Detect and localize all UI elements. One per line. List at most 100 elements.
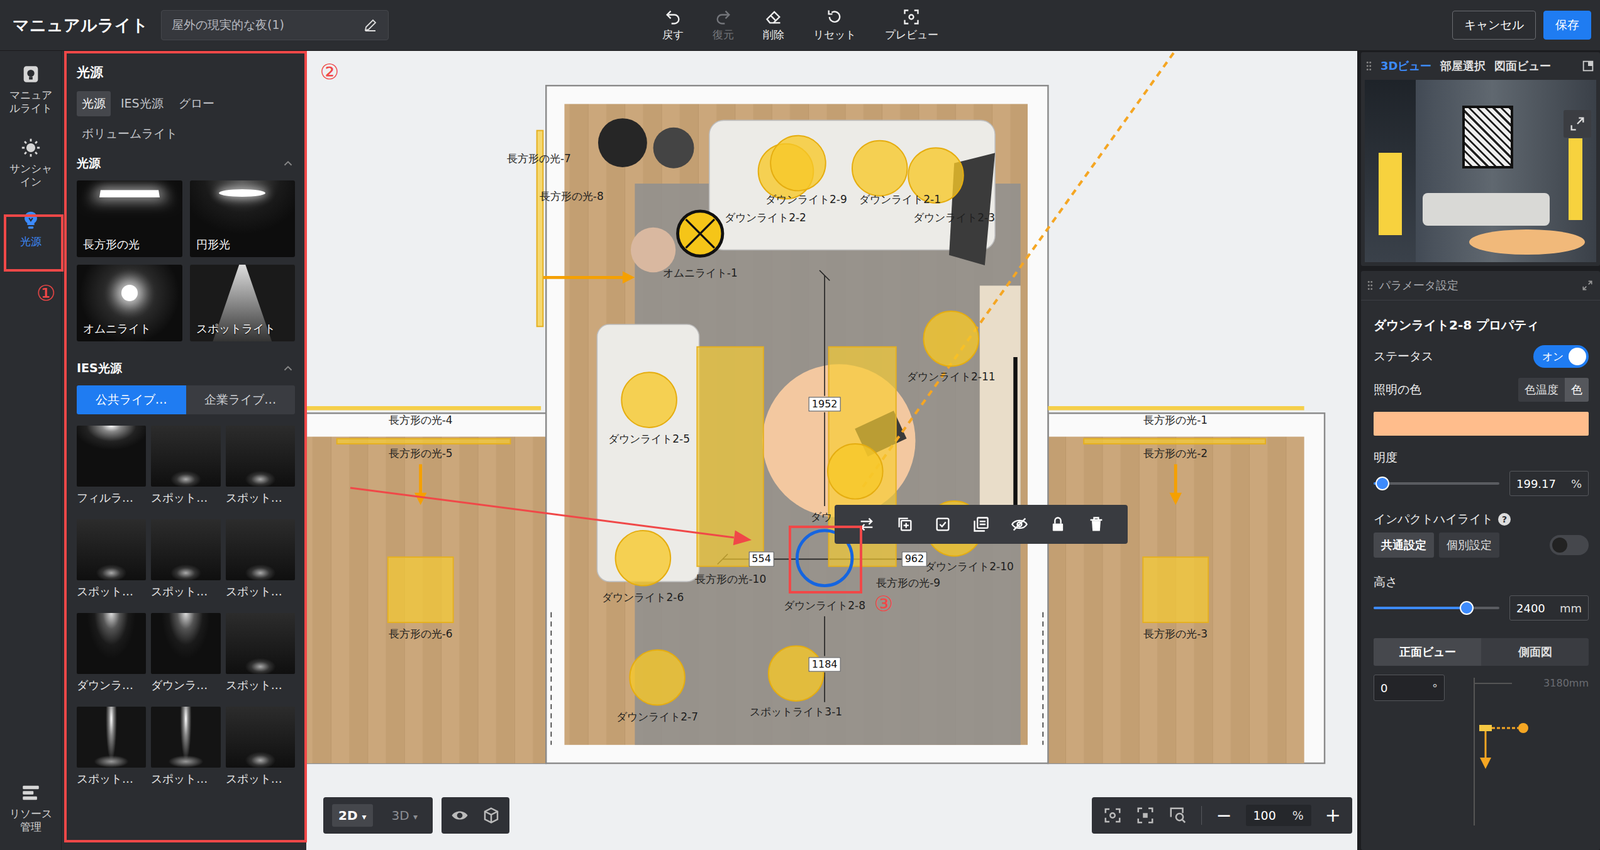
light-marker[interactable] [827,444,884,500]
section-header[interactable]: IES光源 [76,360,295,377]
ies-item[interactable]: ダウンラ… [150,613,221,694]
light-label[interactable]: 長方形の光-5 [388,447,453,461]
highlight-mode[interactable]: 共通設定 [1373,532,1434,558]
light-label[interactable]: ダウンライト2-2 [724,211,807,225]
color-swatch[interactable] [1373,411,1589,436]
rail-item[interactable]: マニュアルライト [0,59,62,120]
tool-button[interactable]: 削除 [759,5,789,45]
layers-icon[interactable] [972,515,990,534]
tool-button[interactable]: 戻す [658,5,688,45]
apply-all-icon[interactable] [933,515,952,534]
light-label[interactable]: ダウンライト2-10 [925,561,1014,575]
drag-handle-icon[interactable] [1367,279,1373,292]
dimension-value[interactable]: 1952 [808,396,841,412]
light-label[interactable]: ダウンライト2-9 [765,193,848,207]
view-option[interactable]: 側面図 [1481,638,1589,667]
ies-item[interactable]: スポット… [150,706,221,787]
view-mode[interactable]: 3D ▾ [385,804,425,828]
ies-item[interactable]: スポット… [225,425,295,506]
light-marker[interactable] [629,650,685,706]
library-source[interactable]: 公共ライブ… [76,385,187,415]
light-label[interactable]: ダウンライト2-7 [616,711,699,724]
library-tab[interactable]: グロー [173,91,220,117]
height-field[interactable]: 2400mm [1509,595,1589,621]
light-label[interactable]: 長方形の光-10 [694,573,767,587]
ies-item[interactable]: スポット… [225,613,295,694]
zoom-area-icon[interactable] [1168,806,1188,826]
zoom-in-button[interactable]: + [1325,806,1341,826]
fit-view-icon[interactable] [1135,806,1155,826]
rect-light-marker[interactable] [1142,557,1209,623]
resource-manager[interactable]: リソース管理 [0,778,62,839]
delete-icon[interactable] [1087,515,1106,534]
dimension-value[interactable]: 1184 [808,657,841,672]
light-source-card[interactable]: 円形光 [189,180,296,258]
light-label[interactable]: 長方形の光-7 [506,152,572,166]
view-tab[interactable]: 部屋選択 [1440,58,1486,74]
ies-item[interactable]: スポット… [225,519,295,600]
highlight-switch[interactable] [1549,535,1589,556]
light-label[interactable]: ダウンライト2-11 [906,371,996,385]
hide-icon[interactable] [1010,515,1029,534]
light-marker[interactable] [852,140,908,197]
zoom-out-button[interactable]: − [1215,806,1232,826]
ies-item[interactable]: スポット… [76,706,146,787]
primary-button[interactable]: 保存 [1543,10,1592,40]
section-header[interactable]: 光源 [76,155,295,172]
ies-item[interactable]: フィルラ… [76,425,146,506]
view-tab[interactable]: 3Dビュー [1380,58,1432,74]
tool-button[interactable]: リセット [809,5,860,45]
rect-light-marker[interactable] [1083,438,1266,445]
light-label[interactable]: オムニライト-1 [662,267,738,280]
ies-item[interactable]: スポット… [225,706,295,787]
status-switch[interactable]: オン [1533,345,1589,368]
light-marker[interactable] [621,372,677,428]
3d-preview[interactable] [1364,79,1597,263]
view-option[interactable]: 正面ビュー [1373,638,1482,667]
view-mode[interactable]: 2D ▾ [332,804,373,828]
library-tab[interactable]: IES光源 [115,91,169,117]
cube-icon[interactable] [481,806,501,826]
light-marker[interactable] [768,645,824,702]
duplicate-icon[interactable] [896,515,914,534]
light-marker[interactable] [615,530,672,587]
light-source-card[interactable]: オムニライト [76,264,183,342]
angle-field[interactable]: 0° [1373,674,1445,702]
scene-name-field[interactable]: 屋外の現実的な夜(1) [161,10,389,41]
view-settings-icon[interactable] [1103,806,1123,826]
library-tab[interactable]: ボリュームライト [76,121,183,147]
light-label[interactable]: ダウンライト2-3 [913,211,995,225]
light-label[interactable]: 長方形の光-6 [388,628,453,642]
slider-thumb[interactable] [1375,476,1390,491]
light-label[interactable]: 長方形の光-9 [876,577,941,591]
light-label[interactable]: ダウンライト2-8 [783,600,866,613]
slider-thumb[interactable] [1459,601,1474,616]
expand-preview-button[interactable] [1563,110,1592,138]
light-label[interactable]: ダウンライト2-6 [601,591,684,605]
color-mode[interactable]: 色 [1564,377,1589,402]
ies-item[interactable]: スポット… [76,519,146,600]
rect-light-marker[interactable] [388,557,454,623]
height-slider[interactable] [1373,606,1500,610]
eye-icon[interactable] [450,806,470,826]
ies-item[interactable]: ダウンラ… [76,613,146,694]
ies-item[interactable]: スポット… [150,425,221,506]
expand-icon[interactable] [1581,279,1594,292]
highlight-mode[interactable]: 個別設定 [1438,532,1500,558]
dimension-value[interactable]: 962 [901,552,928,567]
view-tab[interactable]: 図面ビュー [1494,58,1551,74]
omni-light-marker[interactable] [677,211,723,256]
light-label[interactable]: 長方形の光-1 [1143,414,1208,428]
library-source[interactable]: 企業ライブ… [186,385,296,415]
brightness-slider[interactable] [1373,482,1500,485]
popout-icon[interactable] [1581,59,1595,73]
pencil-icon[interactable] [362,17,378,33]
library-tab[interactable]: 光源 [76,91,111,117]
light-label[interactable]: 長方形の光-2 [1143,447,1208,461]
light-marker[interactable] [923,311,980,367]
light-label[interactable]: スポットライト3-1 [749,706,843,719]
secondary-button[interactable]: キャンセル [1452,10,1536,40]
lock-icon[interactable] [1049,515,1067,534]
brightness-field[interactable]: 199.17% [1509,471,1589,497]
ies-item[interactable]: スポット… [150,519,221,600]
